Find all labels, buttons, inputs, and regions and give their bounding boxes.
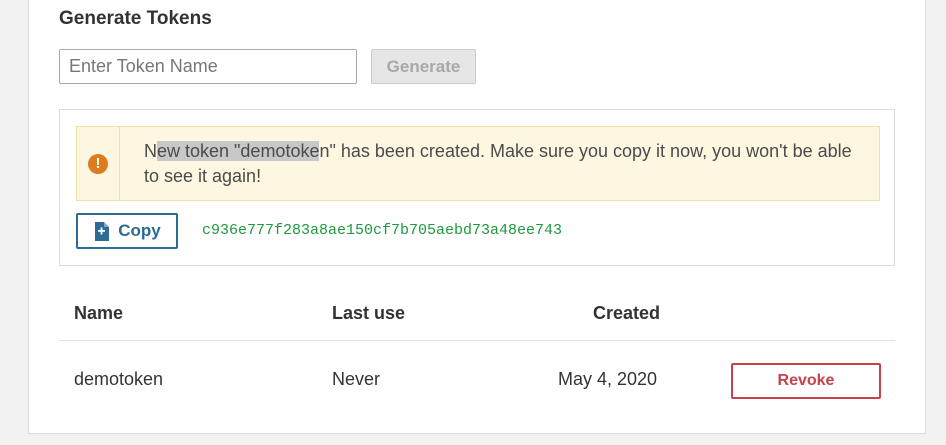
exclamation-circle-icon: !: [87, 153, 108, 174]
copy-button[interactable]: Copy: [76, 213, 178, 249]
alert-message-prefix: N: [143, 141, 157, 161]
table-divider: [59, 340, 895, 341]
column-header-name[interactable]: Name: [74, 303, 123, 324]
token-name-input[interactable]: [59, 49, 357, 84]
column-header-created[interactable]: Created: [593, 303, 660, 324]
section-title: Generate Tokens: [59, 8, 212, 29]
alert-message: New token "demotoken" has been created. …: [120, 127, 879, 200]
token-name-cell: demotoken: [74, 369, 164, 389]
column-header-last-use[interactable]: Last use: [332, 303, 405, 324]
alert-icon-cell: !: [77, 127, 120, 200]
new-token-box: ! New token "demotoken" has been created…: [59, 109, 895, 266]
copy-button-label: Copy: [118, 221, 161, 240]
revoke-button[interactable]: Revoke: [731, 363, 881, 399]
tokens-panel: Generate Tokens Generate ! New token "de…: [28, 0, 926, 434]
alert-message-selection: ew token "demotoke: [156, 141, 320, 161]
last-use-cell: Never: [332, 369, 381, 389]
document-copy-icon: [95, 221, 110, 241]
warning-alert: ! New token "demotoken" has been created…: [76, 126, 880, 201]
created-cell: May 4, 2020: [558, 369, 658, 389]
token-value[interactable]: c936e777f283a8ae150cf7b705aebd73a48ee743: [202, 222, 562, 239]
generate-button[interactable]: Generate: [371, 49, 476, 84]
